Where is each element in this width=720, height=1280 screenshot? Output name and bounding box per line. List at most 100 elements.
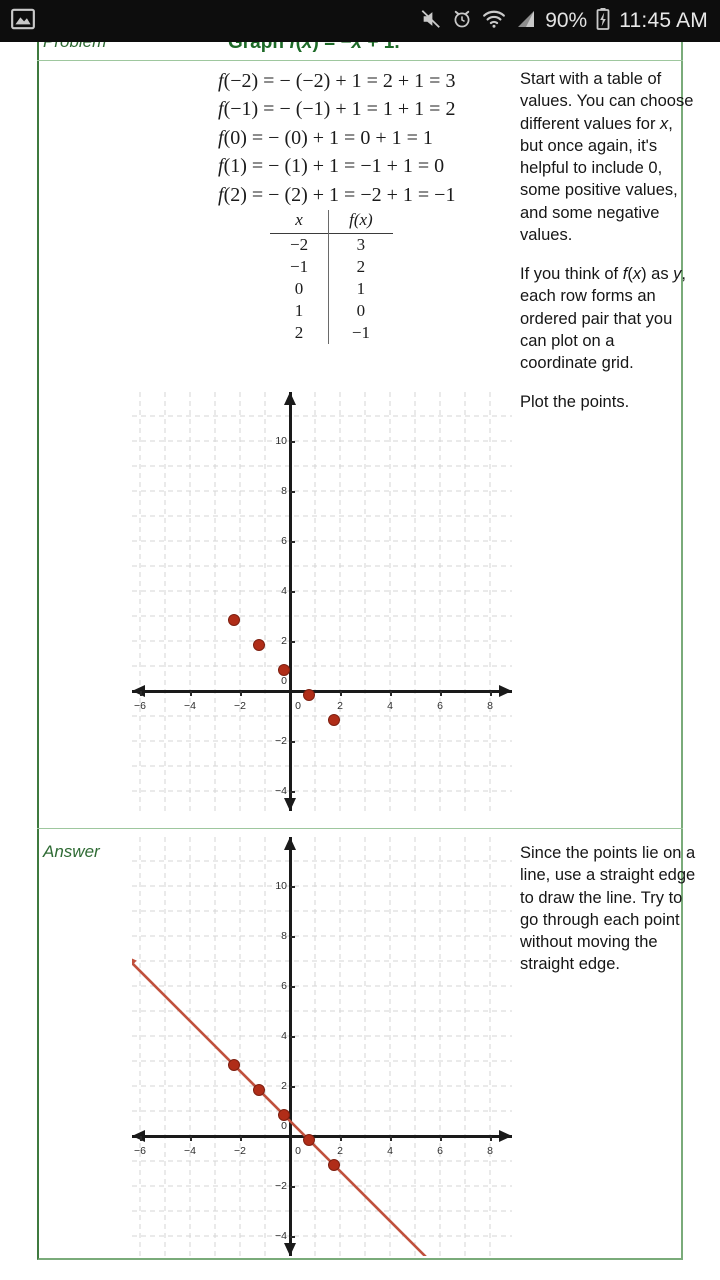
y-axis-tick-label: 0 — [281, 675, 287, 687]
y-axis-tick — [290, 491, 295, 493]
problem-notes: Start with a table of values. You can ch… — [520, 68, 696, 414]
table-row: 1 0 — [270, 300, 393, 322]
cell-x: 1 — [294, 301, 304, 320]
y-axis-tick — [290, 541, 295, 543]
table-row: −1 2 — [270, 256, 393, 278]
y-axis-tick-label: 10 — [275, 435, 287, 447]
x-axis-tick — [490, 691, 492, 696]
y-axis — [289, 392, 292, 811]
data-point — [278, 1109, 290, 1121]
equation-line: f(−2) = − (−2) + 1 = 2 + 1 = 3 — [218, 70, 456, 92]
x-axis-tick — [490, 1136, 492, 1141]
x-axis-tick — [240, 1136, 242, 1141]
cell-x: 0 — [294, 279, 304, 298]
y-axis-tick-label: 6 — [281, 980, 287, 992]
data-point — [228, 1059, 240, 1071]
y-axis-tick-label: 10 — [275, 880, 287, 892]
x-axis-tick-label: 6 — [437, 700, 443, 712]
x-axis-tick — [340, 691, 342, 696]
y-axis-tick — [290, 791, 295, 793]
y-axis-tick — [290, 741, 295, 743]
y-axis-tick — [290, 1186, 295, 1188]
table-row: −2 3 — [270, 233, 393, 256]
equation-line: f(1) = − (1) + 1 = −1 + 1 = 0 — [218, 155, 445, 178]
y-axis-tick-label: 6 — [281, 535, 287, 547]
x-axis-tick — [390, 1136, 392, 1141]
x-axis-tick — [440, 1136, 442, 1141]
x-axis-tick — [390, 691, 392, 696]
row-divider-answer — [37, 828, 683, 829]
y-axis-tick — [290, 1036, 295, 1038]
y-axis-tick-label: 2 — [281, 635, 287, 647]
y-axis-tick — [290, 986, 295, 988]
y-axis-tick-label: −4 — [275, 1230, 287, 1242]
table-row: 0 1 — [270, 278, 393, 300]
cell-x: −2 — [290, 235, 309, 254]
cell-x: 2 — [294, 323, 304, 342]
x-axis-tick-label: −6 — [134, 700, 146, 712]
x-axis-right-arrow-icon — [499, 684, 512, 697]
equation-line: f(−1) = − (−1) + 1 = 1 + 1 = 2 — [218, 98, 456, 121]
x-axis-tick-label: −6 — [134, 1145, 146, 1157]
x-axis-tick — [240, 691, 242, 696]
status-bar: 90% 11:45 AM — [0, 0, 720, 42]
x-axis-tick — [440, 691, 442, 696]
y-axis-tick — [290, 1086, 295, 1088]
x-axis-tick-label: 0 — [295, 1145, 301, 1157]
x-axis-tick-label: 0 — [295, 700, 301, 712]
y-axis-tick-label: 0 — [281, 1120, 287, 1132]
note-paragraph: If you think of f(x) as y, each row form… — [520, 265, 687, 373]
line-plot-graph: −4 −2 0 2 4 6 8 10 −6 −4 −2 0 2 4 6 8 — [132, 837, 512, 1256]
x-axis-tick — [140, 691, 142, 696]
x-axis-tick — [190, 691, 192, 696]
y-axis-tick-label: 4 — [281, 1030, 287, 1042]
x-axis-tick — [140, 1136, 142, 1141]
x-axis-tick-label: 6 — [437, 1145, 443, 1157]
x-axis — [132, 690, 512, 693]
table-header-row: x f(x) — [270, 210, 393, 234]
y-axis-tick — [290, 591, 295, 593]
x-axis-tick-label: −2 — [234, 700, 246, 712]
y-axis-tick-label: 2 — [281, 1080, 287, 1092]
y-axis-tick-label: −4 — [275, 785, 287, 797]
grid-lines — [132, 392, 512, 811]
lesson-sheet: Problem Graph f(x) = −x + 1. f(−2) = − (… — [0, 32, 720, 1280]
scatter-plot-graph: −4 −2 0 2 4 6 8 10 −6 −4 −2 0 2 4 6 8 — [132, 392, 512, 811]
function-line — [132, 955, 427, 1256]
table-of-values: x f(x) −2 3 −1 2 0 1 1 0 2 −1 — [270, 210, 393, 344]
data-point — [328, 1159, 340, 1171]
note-paragraph: Start with a table of values. You can ch… — [520, 70, 694, 244]
x-axis-tick-label: 4 — [387, 1145, 393, 1157]
cell-signal-icon — [515, 9, 536, 34]
row-divider-problem — [37, 60, 683, 61]
y-axis-tick-label: −2 — [275, 1180, 287, 1192]
data-point — [278, 664, 290, 676]
note-paragraph: Plot the points. — [520, 393, 630, 412]
x-axis-tick — [190, 1136, 192, 1141]
x-axis-tick — [340, 1136, 342, 1141]
battery-charging-icon — [596, 7, 610, 36]
table-row: 2 −1 — [270, 322, 393, 344]
note-paragraph: Since the points lie on a line, use a st… — [520, 844, 696, 974]
x-axis-tick-label: 2 — [337, 700, 343, 712]
data-point — [328, 714, 340, 726]
status-bar-right: 90% 11:45 AM — [420, 7, 720, 36]
data-point — [253, 1084, 265, 1096]
y-axis-tick-label: 8 — [281, 485, 287, 497]
cell-fx: 0 — [328, 300, 393, 322]
x-axis-tick-label: −4 — [184, 700, 196, 712]
y-axis-tick — [290, 936, 295, 938]
x-axis-tick-label: 8 — [487, 1145, 493, 1157]
y-axis-tick — [290, 641, 295, 643]
x-axis-tick-label: 4 — [387, 700, 393, 712]
wifi-icon — [482, 9, 506, 34]
data-point — [228, 614, 240, 626]
y-axis-tick — [290, 441, 295, 443]
cell-fx: 1 — [328, 278, 393, 300]
x-axis-tick-label: 2 — [337, 1145, 343, 1157]
data-point — [303, 1134, 315, 1146]
y-axis-tick-label: 8 — [281, 930, 287, 942]
y-axis-up-arrow-icon — [283, 392, 296, 405]
cell-fx: −1 — [328, 322, 393, 344]
equation-line: f(2) = − (2) + 1 = −2 + 1 = −1 — [218, 183, 456, 206]
